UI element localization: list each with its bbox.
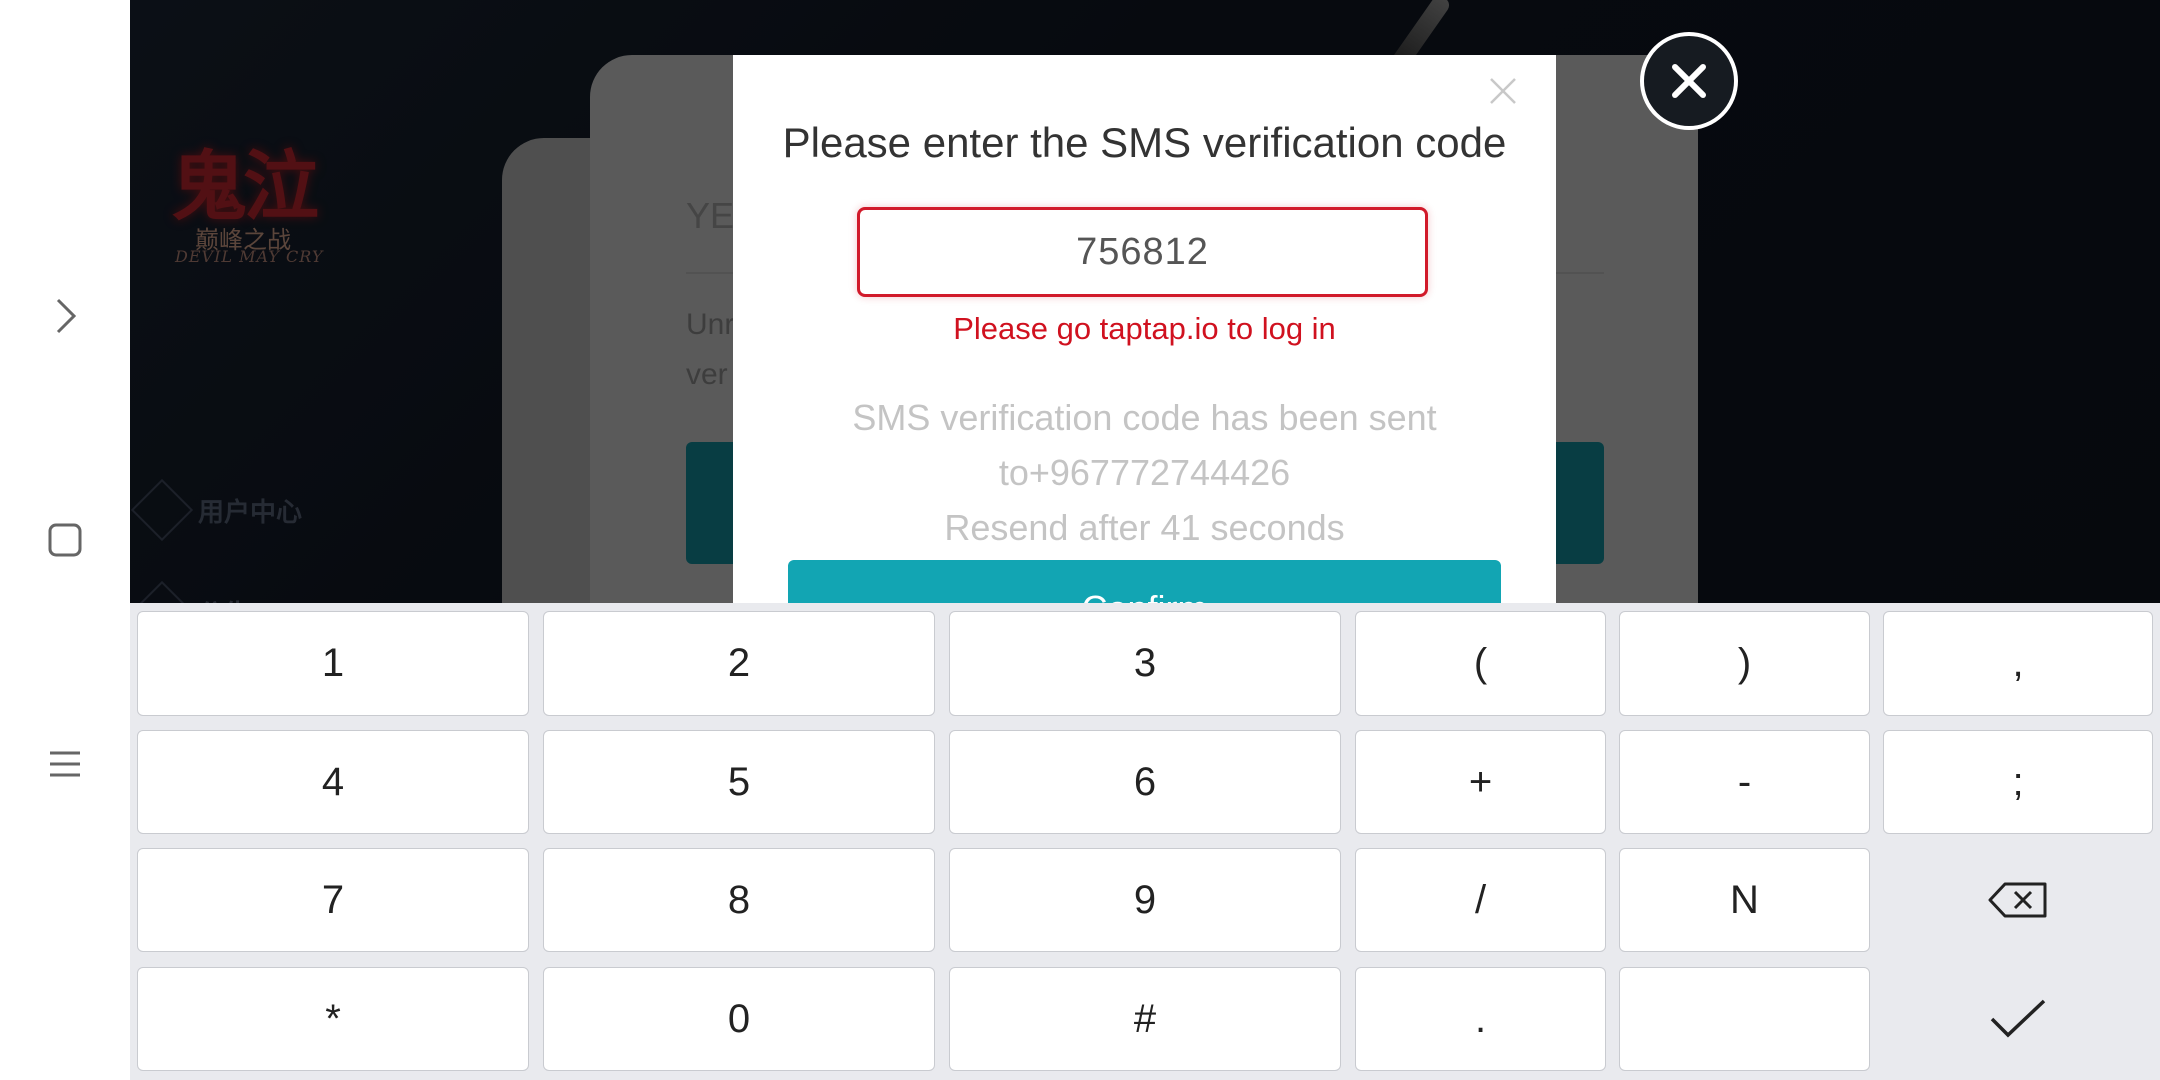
close-icon	[1672, 64, 1706, 98]
key-open-paren[interactable]: (	[1355, 611, 1606, 716]
error-message: Please go taptap.io to log in	[953, 311, 1336, 346]
menu-button[interactable]	[35, 734, 95, 794]
verification-code-input[interactable]	[857, 207, 1428, 297]
key-plus[interactable]: +	[1355, 730, 1606, 834]
checkmark-icon	[1990, 999, 2046, 1038]
key-7[interactable]: 7	[137, 848, 529, 952]
dialog-title: Please enter the SMS verification code	[782, 119, 1507, 166]
key-period[interactable]: .	[1355, 967, 1606, 1071]
key-close-paren[interactable]: )	[1619, 611, 1870, 716]
close-icon	[1490, 78, 1516, 104]
phone-number-text: to+967772744426	[998, 452, 1291, 493]
overlay-close-button[interactable]	[1640, 32, 1738, 130]
dialog-close-button[interactable]	[1485, 73, 1521, 109]
key-hash[interactable]: #	[949, 967, 1341, 1071]
backspace-icon	[1988, 882, 2047, 918]
navigation-rail	[0, 0, 130, 1080]
chevron-right-icon	[56, 298, 77, 334]
square-icon	[48, 523, 82, 557]
numeric-keyboard: 1 2 3 ( ) , 4 5 6 + - ; 7 8 9 / N * 0 # …	[130, 603, 2160, 1080]
key-semicolon[interactable]: ;	[1883, 730, 2153, 834]
done-key[interactable]	[1883, 967, 2153, 1071]
key-minus[interactable]: -	[1619, 730, 1870, 834]
key-6[interactable]: 6	[949, 730, 1341, 834]
backspace-key[interactable]	[1883, 848, 2153, 952]
home-button[interactable]	[35, 510, 95, 570]
key-2[interactable]: 2	[543, 611, 935, 716]
key-slash[interactable]: /	[1355, 848, 1606, 952]
resend-timer: Resend after 41 seconds	[944, 507, 1345, 548]
confirm-button[interactable]: Confirm	[788, 560, 1501, 603]
key-asterisk[interactable]: *	[137, 967, 529, 1071]
sms-verification-dialog: Please enter the SMS verification code P…	[733, 55, 1556, 603]
key-4[interactable]: 4	[137, 730, 529, 834]
key-9[interactable]: 9	[949, 848, 1341, 952]
key-8[interactable]: 8	[543, 848, 935, 952]
key-n[interactable]: N	[1619, 848, 1870, 952]
sms-sent-text: SMS verification code has been sent	[852, 397, 1437, 438]
key-3[interactable]: 3	[949, 611, 1341, 716]
key-comma[interactable]: ,	[1883, 611, 2153, 716]
expand-button[interactable]	[35, 286, 95, 346]
key-1[interactable]: 1	[137, 611, 529, 716]
key-0[interactable]: 0	[543, 967, 935, 1071]
hamburger-icon	[50, 751, 80, 777]
key-space[interactable]	[1619, 967, 1870, 1071]
key-5[interactable]: 5	[543, 730, 935, 834]
